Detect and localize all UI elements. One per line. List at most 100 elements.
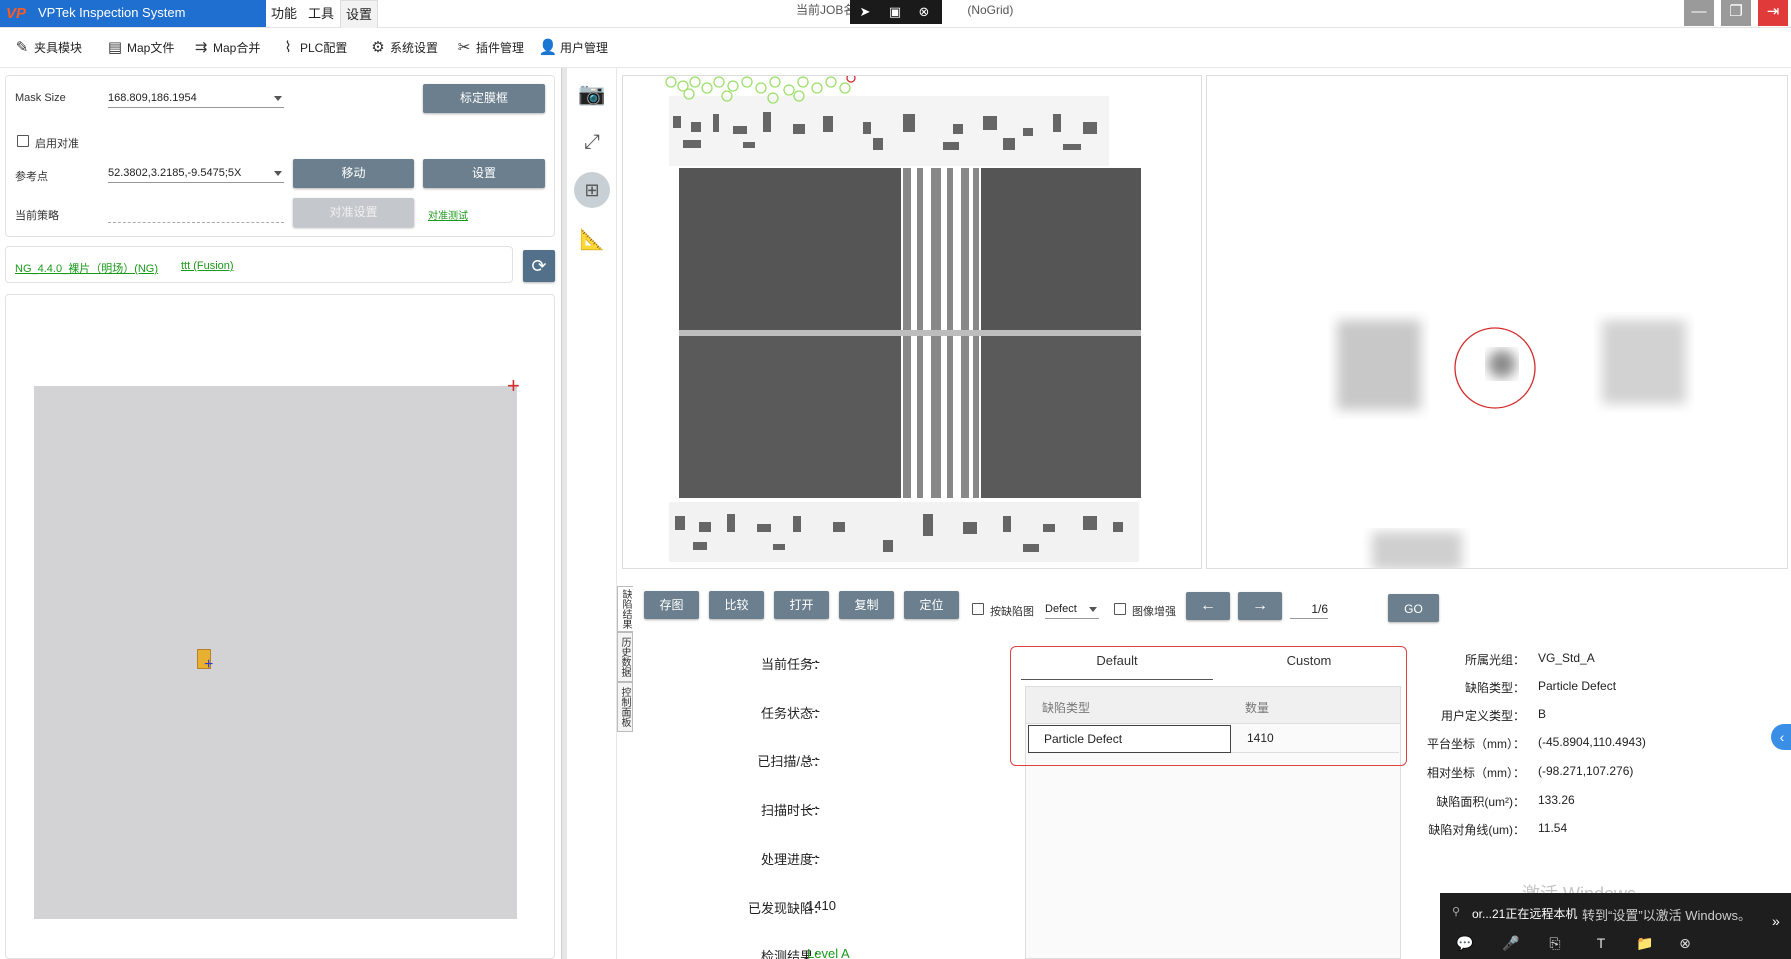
stage-coord-value: (-45.8904,110.4943) (1538, 735, 1646, 749)
calibrate-frame-button[interactable]: 标定膜框 (423, 84, 545, 113)
close-remote-icon[interactable]: ⊗ (915, 3, 933, 21)
remote-control-bar: ➤ ▣ ⊗ (850, 0, 942, 24)
refresh-recipe-icon[interactable]: ⟳ (523, 250, 555, 282)
page-indicator[interactable]: 1/6 (1290, 601, 1328, 619)
camera-remote-icon[interactable]: ⎘ (1544, 935, 1566, 955)
ref-point-label: 参考点 (15, 171, 48, 183)
save-image-button[interactable]: 存图 (644, 591, 699, 619)
relative-coord-label: 相对坐标（mm）： (1427, 766, 1525, 780)
process-progress-value: --- (807, 849, 820, 864)
process-progress-label: 处理进度： (760, 852, 826, 867)
defect-type-value: Particle Defect (1538, 679, 1617, 693)
activate-windows-hint: 转到“设置”以激活 Windows。 (1582, 908, 1752, 923)
align-test-link[interactable]: 对准测试 (428, 207, 468, 222)
menu-tools[interactable]: 工具 (303, 0, 339, 28)
tab-history-data[interactable]: 历史数据 (617, 632, 633, 682)
microphone-icon[interactable]: 🎤 (1500, 935, 1522, 955)
scanned-total-label: 已扫描/总： (757, 754, 826, 769)
prev-image-button[interactable]: ← (1186, 592, 1230, 620)
user-type-label: 用户定义类型： (1440, 709, 1525, 723)
die-image-view[interactable] (622, 75, 1202, 569)
camera-icon[interactable]: 📷 (574, 76, 610, 112)
folder-icon[interactable]: 📁 (1634, 935, 1656, 955)
origin-cross-icon: + (507, 373, 520, 398)
remote-session-popup: ⚲ or...21正在远程本机 » 💬 🎤 ⎘ T 📁 ⊗ (1440, 893, 1791, 959)
move-button[interactable]: 移动 (293, 159, 414, 188)
collapse-popup-icon[interactable]: » (1772, 913, 1780, 929)
open-button[interactable]: 打开 (774, 591, 829, 619)
fusion-link[interactable]: ttt (Fusion) (181, 260, 234, 272)
task-status-label: 任务状态： (760, 706, 826, 721)
task-status-value: --- (807, 703, 820, 718)
remote-status-text: or...21正在远程本机 (1472, 907, 1578, 921)
app-title: VPTek Inspection System 1.0.0.0[Admin] (0, 0, 266, 46)
toolbar-fixture-button[interactable]: ✎ 夹具模块 (10, 35, 82, 61)
by-defect-label: 按缺陷图 (990, 606, 1034, 618)
menu-settings[interactable]: 设置 (340, 0, 378, 28)
next-image-button[interactable]: → (1238, 592, 1282, 620)
defect-area-value: 133.26 (1538, 793, 1575, 807)
defect-area-label: 缺陷面积(um²)： (1436, 795, 1525, 809)
inspection-result-value: Level A (807, 946, 850, 959)
scan-duration-value: --- (807, 800, 820, 815)
mask-size-select[interactable]: 168.809,186.1954 (108, 90, 284, 108)
light-group-value: VG_Std_A (1538, 651, 1595, 665)
enable-align-label: 启用对准 (35, 138, 79, 150)
restore-icon[interactable]: ❐ (1721, 0, 1751, 26)
defect-zoom-image (1207, 76, 1787, 568)
user-type-value: B (1538, 707, 1547, 721)
grid-list-icon[interactable]: ⊞ (574, 172, 610, 208)
tools-icon: ✂ (457, 39, 471, 56)
plc-icon: ⌇ (284, 39, 292, 56)
ruler-icon[interactable]: 📐 (574, 222, 610, 258)
mask-size-label: Mask Size (15, 92, 66, 104)
copy-button[interactable]: 复制 (839, 591, 894, 619)
pointer-icon[interactable]: ➤ (856, 3, 874, 21)
wrench-icon: ✎ (15, 39, 29, 56)
toolbar-map-file-button[interactable]: ▤ Map文件 (103, 35, 174, 61)
defect-diagonal-label: 缺陷对角线(um)： (1428, 823, 1525, 837)
toolbar-system-settings-button[interactable]: ⚙ 系统设置 (366, 35, 438, 61)
image-enhance-label: 图像增强 (1132, 606, 1176, 618)
chat-icon[interactable]: 💬 (1454, 935, 1476, 955)
merge-icon: ⇉ (194, 39, 208, 56)
ref-point-select[interactable]: 52.3802,3.2185,-9.5475;5X (108, 165, 284, 183)
toolbar-plugin-button[interactable]: ✂ 插件管理 (452, 35, 524, 61)
strategy-label: 当前策略 (15, 210, 59, 222)
current-task-value: --- (807, 654, 820, 669)
image-enhance-checkbox[interactable] (1114, 603, 1126, 615)
scanned-total-value: --- (807, 751, 820, 766)
recipe-link[interactable]: NG_4.4.0_裸片（明场）(NG) (15, 260, 158, 276)
gear-icon: ⚙ (371, 39, 385, 56)
document-icon: ▤ (107, 39, 123, 56)
main-toolbar (0, 28, 1791, 68)
go-button[interactable]: GO (1388, 594, 1439, 622)
user-icon: 👤 (538, 39, 558, 56)
relative-coord-value: (-98.271,107.276) (1538, 764, 1634, 778)
minimize-icon[interactable]: — (1684, 0, 1714, 26)
close-session-icon[interactable]: ⊗ (1674, 935, 1696, 955)
locate-button[interactable]: 定位 (904, 591, 959, 619)
toolbar-map-merge-button[interactable]: ⇉ Map合并 (189, 35, 261, 61)
align-settings-button[interactable]: 对准设置 (293, 198, 414, 227)
menu-function[interactable]: 功能 (266, 0, 302, 28)
defect-zoom-view[interactable] (1206, 75, 1788, 569)
defect-type-label: 缺陷类型： (1464, 681, 1525, 695)
set-button[interactable]: 设置 (423, 159, 545, 188)
exit-icon[interactable]: ⇥ (1758, 0, 1788, 26)
tab-control-panel[interactable]: 控制面板 (617, 682, 633, 732)
text-icon[interactable]: T (1590, 935, 1612, 955)
screen-icon[interactable]: ▣ (886, 3, 904, 21)
enable-align-checkbox[interactable] (17, 135, 29, 147)
compare-button[interactable]: 比较 (709, 591, 764, 619)
image-measure-icon[interactable]: ⤢ (574, 124, 610, 160)
defect-type-select[interactable]: Defect (1045, 601, 1099, 619)
inspection-result-label: 检测结果： (760, 949, 826, 959)
toolbar-plc-button[interactable]: ⌇ PLC配置 (276, 35, 347, 61)
die-image (623, 76, 1201, 568)
by-defect-checkbox[interactable] (972, 603, 984, 615)
expand-panel-icon[interactable]: ‹ (1771, 724, 1791, 750)
toolbar-user-button[interactable]: 👤 用户管理 (536, 35, 608, 61)
tab-defect-results[interactable]: 缺陷结果 (617, 586, 633, 632)
wafer-map-area[interactable] (34, 386, 517, 919)
